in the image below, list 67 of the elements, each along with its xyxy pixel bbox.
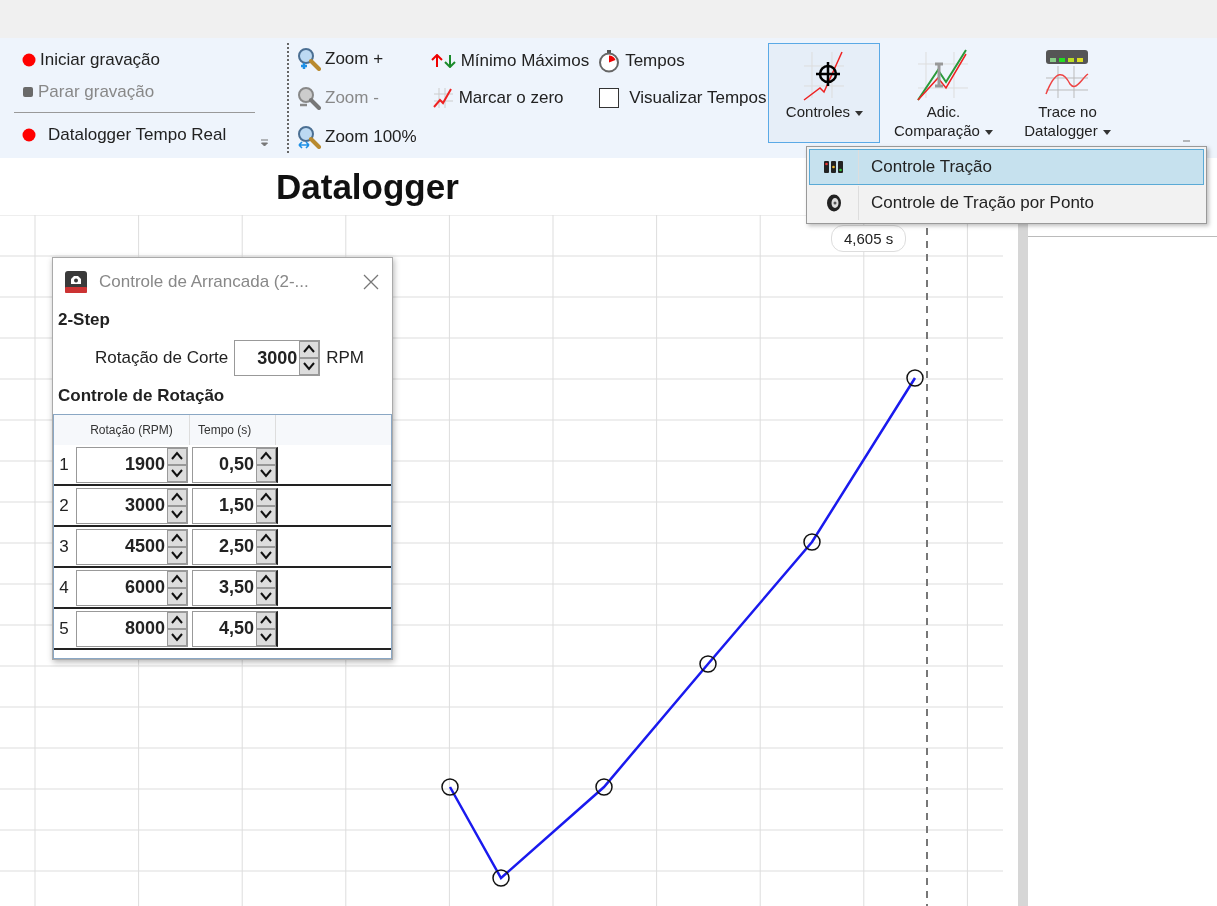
up-down-arrows-icon [430,54,457,68]
chart-line-icon [430,86,455,110]
traffic-light-icon [824,161,844,173]
spin-arrows-icon [256,611,276,646]
caret-icon [1102,129,1111,135]
mark-zero-button[interactable]: Marcar o zero [430,83,590,113]
row-number: 2 [58,495,70,516]
zoom-in-icon [297,47,321,71]
caret-icon [855,110,864,116]
field-label: Rotação de Corte [95,348,229,368]
close-icon[interactable] [362,273,380,291]
rpm-spinbox[interactable]: 8000 [76,610,188,647]
unit-label: RPM [326,348,365,368]
app-icon [65,271,87,293]
row-number: 1 [58,454,70,475]
spin-arrows-icon [167,570,187,605]
spin-arrows-icon [167,488,187,523]
spin-arrows-icon [299,341,320,375]
cut-rpm-spinbox[interactable]: 3000 [234,340,321,376]
time-spinbox[interactable]: 2,50 [192,528,278,565]
section-heading: 2-Step [57,309,111,331]
zoom-button[interactable]: Zoom + [297,43,417,75]
record-icon [22,128,36,142]
zoom-button[interactable]: Zoom 100% [297,121,417,153]
realtime-datalogger-button[interactable]: Datalogger Tempo Real [22,121,255,149]
zoom-out-icon [297,86,321,110]
caret-icon [984,129,993,135]
spin-arrows-icon [256,570,276,605]
time-spinbox[interactable]: 0,50 [192,446,278,483]
start-recording-button[interactable]: Iniciar gravação [22,46,255,74]
row-number: 4 [58,577,70,598]
rpm-spinbox[interactable]: 1900 [76,446,188,483]
cursor-time-label: 4,605 s [831,225,907,252]
time-spinbox[interactable]: 3,50 [192,569,278,606]
zoom-reset-icon [297,125,321,149]
stopwatch-icon [597,49,622,73]
spin-arrows-icon [256,488,276,523]
menu-item[interactable]: Controle Tração [809,149,1204,185]
min-max-button[interactable]: Mínimo Máximos [430,46,590,76]
column-header: Rotação (RPM) [74,415,190,445]
spin-arrows-icon [167,447,187,482]
dialog-title: Controle de Arrancada (2-... [99,272,310,292]
spin-arrows-icon [256,447,276,482]
chart-title: Datalogger [276,165,459,208]
rpm-spinbox[interactable]: 6000 [76,569,188,606]
stop-icon [22,86,34,98]
spin-arrows-icon [167,611,187,646]
times-button[interactable]: Tempos [597,46,767,76]
section-heading: Controle de Rotação [57,385,226,407]
time-spinbox[interactable]: 1,50 [192,487,278,524]
time-spinbox[interactable]: 4,50 [192,610,278,647]
record-icon [22,53,36,67]
show-times-checkbox[interactable]: Visualizar Tempos [597,83,767,113]
rpm-spinbox[interactable]: 3000 [76,487,188,524]
trace-button[interactable]: Trace no Datalogger [1012,43,1123,143]
controls-button[interactable]: Controles [768,43,881,143]
comparison-chart-icon [916,48,971,102]
spin-arrows-icon [167,529,187,564]
expand-icon[interactable] [260,139,269,147]
row-number: 3 [58,536,70,557]
menu-item[interactable]: Controle de Tração por Ponto [809,185,1204,221]
tire-icon [826,194,842,212]
add-comparison-button[interactable]: Adic. Comparação [884,43,1003,143]
column-header: Tempo (s) [190,415,276,445]
rpm-spinbox[interactable]: 4500 [76,528,188,565]
spin-arrows-icon [256,529,276,564]
row-number: 5 [58,618,70,639]
